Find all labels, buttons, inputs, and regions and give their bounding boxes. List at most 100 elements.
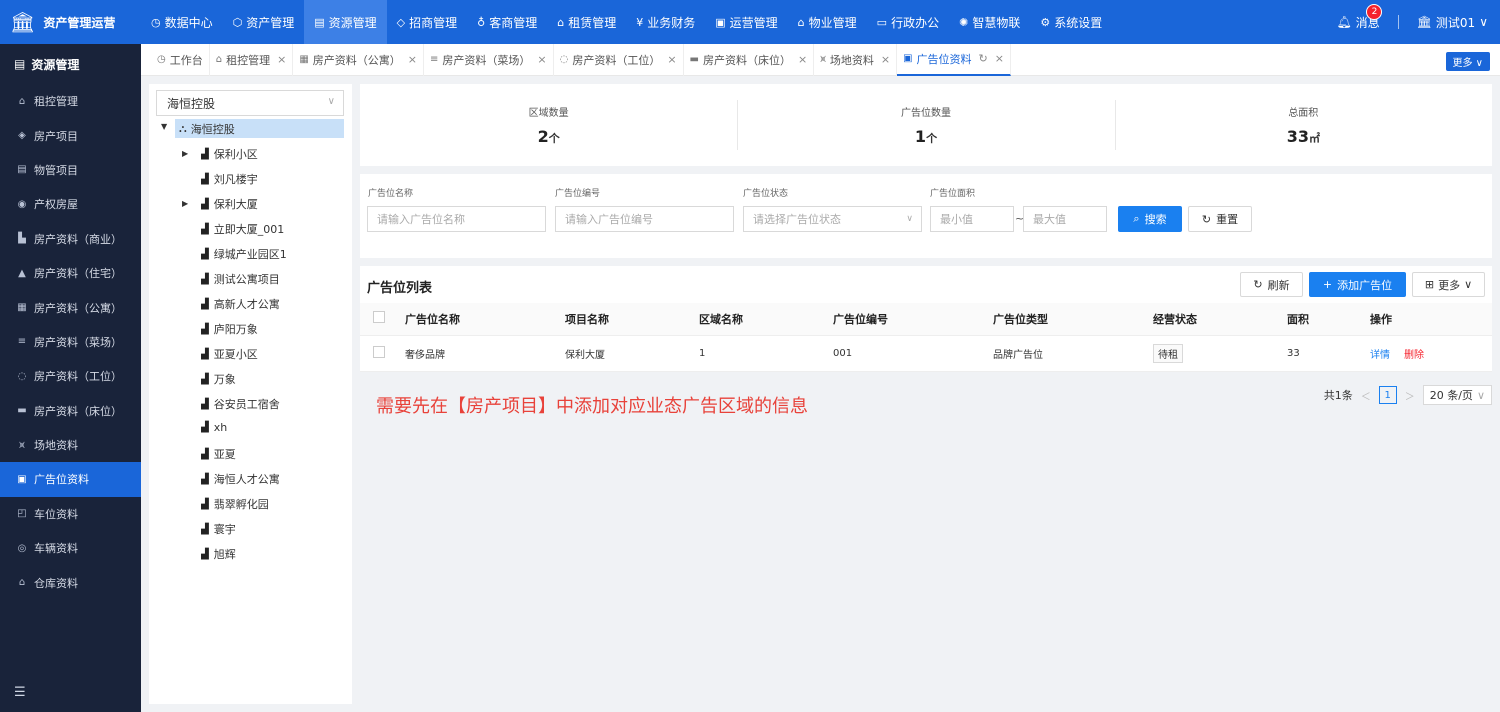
close-icon[interactable]: ×	[408, 53, 417, 66]
tab-icon: ◌	[559, 54, 569, 65]
stat-value-group: 1个	[915, 127, 937, 146]
tab-4[interactable]: ◌ 房产资料（工位） ×	[554, 43, 684, 76]
close-icon[interactable]: ×	[881, 53, 890, 66]
name-filter-input[interactable]: 请输入广告位名称	[367, 206, 546, 232]
page-size-select[interactable]: 20 条/页 ∨	[1422, 385, 1492, 405]
sidebar-item-12[interactable]: ◰ 车位资料	[0, 497, 141, 531]
topnav-item-7[interactable]: ▣ 运营管理	[705, 0, 787, 44]
caret-right-icon[interactable]: ▶	[182, 149, 188, 158]
search-button[interactable]: ⌕ 搜索	[1118, 206, 1182, 232]
detail-link[interactable]: 详情	[1370, 350, 1390, 361]
collapse-menu-icon[interactable]: ☰	[14, 685, 26, 700]
area-min-input[interactable]: 最小值	[930, 206, 1014, 232]
tree-node[interactable]: ▟ 旭辉	[201, 546, 236, 562]
menu-icon: ▦	[17, 302, 27, 314]
tree-node[interactable]: ▟ 谷安员工宿舍	[201, 396, 280, 412]
sidebar-item-6[interactable]: ▦ 房产资料（公寓）	[0, 290, 141, 324]
close-icon[interactable]: ×	[537, 53, 546, 66]
sidebar-item-4[interactable]: ▙ 房产资料（商业）	[0, 222, 141, 256]
tree-node[interactable]: ▟ 海恒人才公寓	[201, 471, 280, 487]
tree-node[interactable]: ▟ 翡翠孵化园	[201, 496, 269, 512]
topnav-item-3[interactable]: ◇ 招商管理	[387, 0, 467, 44]
tab-2[interactable]: ▦ 房产资料（公寓） ×	[293, 43, 424, 76]
sidebar-item-label: 房产资料（菜场）	[34, 335, 122, 349]
select-all-checkbox[interactable]	[373, 311, 385, 324]
sidebar-item-0[interactable]: ⌂ 租控管理	[0, 84, 141, 118]
area-max-input[interactable]: 最大值	[1023, 206, 1107, 232]
add-ad-slot-button[interactable]: + 添加广告位	[1309, 272, 1406, 297]
tree-node[interactable]: ▟ 寰宇	[201, 521, 236, 537]
topnav-item-0[interactable]: ◷ 数据中心	[141, 0, 223, 44]
org-select[interactable]: 海恒控股 ∨	[156, 90, 344, 116]
user-name: 测试01	[1435, 15, 1476, 30]
topnav-item-9[interactable]: ▭ 行政办公	[867, 0, 949, 44]
tab-1[interactable]: ⌂ 租控管理 ×	[210, 43, 294, 76]
tab-5[interactable]: ▬ 房产资料（床位） ×	[684, 43, 815, 76]
tree-node[interactable]: ▟ 刘凡楼宇	[201, 171, 258, 187]
topnav-item-11[interactable]: ⚙ 系统设置	[1030, 0, 1112, 44]
topnav-item-6[interactable]: ¥ 业务财务	[626, 0, 705, 44]
tree-node[interactable]: ▟ 庐阳万象	[201, 321, 258, 337]
topnav-item-10[interactable]: ✺ 智慧物联	[949, 0, 1030, 44]
sidebar-item-2[interactable]: ▤ 物管项目	[0, 153, 141, 187]
row-checkbox[interactable]	[373, 345, 385, 358]
tree-node[interactable]: ▟ 绿城产业园区1	[201, 246, 287, 262]
sidebar-item-14[interactable]: ⌂ 仓库资料	[0, 565, 141, 599]
app-logo[interactable]: 🏛 资产管理运营	[0, 0, 141, 44]
caret-right-icon[interactable]: ▶	[182, 199, 188, 208]
building-icon: ▟	[201, 323, 209, 335]
tab-7[interactable]: ▣ 广告位资料 ↻ ×	[897, 43, 1011, 76]
topnav-item-1[interactable]: ⬡ 资产管理	[223, 0, 305, 44]
tree-node[interactable]: ▟ 高新人才公寓	[201, 296, 280, 312]
menu-icon: ▙	[18, 233, 26, 245]
tree-node[interactable]: ▟ 立即大厦_001	[201, 221, 284, 237]
tree-node[interactable]: ▟ 亚夏	[201, 446, 236, 462]
sidebar-item-5[interactable]: ▲ 房产资料（住宅）	[0, 256, 141, 290]
page-number[interactable]: 1	[1378, 386, 1397, 404]
topnav-item-4[interactable]: ♁ 客商管理	[467, 0, 547, 44]
tab-3[interactable]: ≡ 房产资料（菜场） ×	[424, 43, 554, 76]
next-page-icon[interactable]: ＞	[1405, 388, 1415, 403]
tabs-more-button[interactable]: 更多 ∨	[1445, 52, 1490, 71]
topnav-item-8[interactable]: ⌂ 物业管理	[788, 0, 867, 44]
cell-status: 待租	[1143, 335, 1277, 372]
tree-node[interactable]: ▟ 保利大厦	[201, 196, 258, 212]
sidebar-item-8[interactable]: ◌ 房产资料（工位）	[0, 359, 141, 393]
refresh-button[interactable]: ↻ 刷新	[1240, 272, 1303, 297]
sidebar-item-1[interactable]: ◈ 房产项目	[0, 118, 141, 152]
tab-6[interactable]: ⩙ 场地资料 ×	[814, 43, 898, 76]
tree-root-node[interactable]: ⛬ 海恒控股	[175, 119, 344, 138]
status-filter-select[interactable]: 请选择广告位状态 ∨	[743, 206, 922, 232]
sidebar-item-10[interactable]: ⩙ 场地资料	[0, 428, 141, 462]
tree-node[interactable]: ▟ 测试公寓项目	[201, 271, 280, 287]
reset-button[interactable]: ↻ 重置	[1188, 206, 1252, 232]
plus-icon: +	[1322, 278, 1333, 291]
close-icon[interactable]: ×	[667, 53, 676, 66]
sidebar-title: 资源管理	[31, 57, 80, 72]
sidebar-item-3[interactable]: ◉ 产权房屋	[0, 187, 141, 221]
delete-link[interactable]: 删除	[1404, 350, 1424, 361]
list-more-button[interactable]: ⊞ 更多 ∨	[1412, 272, 1485, 297]
tree-node[interactable]: ▟ 保利小区	[201, 146, 258, 162]
reload-icon[interactable]: ↻	[979, 52, 988, 65]
sidebar-item-11[interactable]: ▣ 广告位资料	[0, 462, 141, 497]
caret-down-icon[interactable]: ▼	[161, 122, 167, 131]
topnav-item-2[interactable]: ▤ 资源管理	[304, 0, 387, 44]
tree-node[interactable]: ▟ 亚夏小区	[201, 346, 258, 362]
close-icon[interactable]: ×	[798, 53, 807, 66]
sidebar-item-7[interactable]: ≡ 房产资料（菜场）	[0, 325, 141, 359]
sidebar-item-13[interactable]: ◎ 车辆资料	[0, 531, 141, 565]
close-icon[interactable]: ×	[277, 53, 286, 66]
tab-0[interactable]: ◷ 工作台	[151, 43, 210, 76]
topnav-item-5[interactable]: ⌂ 租赁管理	[547, 0, 626, 44]
user-menu[interactable]: 🏛 测试01 ∨	[1417, 14, 1488, 31]
column-header: 广告位类型	[983, 303, 1143, 336]
prev-page-icon[interactable]: ＜	[1361, 388, 1371, 403]
code-filter-input[interactable]: 请输入广告位编号	[555, 206, 734, 232]
tree-node-label: 保利小区	[213, 148, 258, 161]
close-icon[interactable]: ×	[995, 52, 1004, 65]
tree-node[interactable]: ▟ xh	[201, 421, 227, 434]
tree-node[interactable]: ▟ 万象	[201, 371, 236, 387]
messages-button[interactable]: 🔔︎ 消息 2	[1336, 3, 1383, 31]
sidebar-item-9[interactable]: ▬ 房产资料（床位）	[0, 394, 141, 428]
